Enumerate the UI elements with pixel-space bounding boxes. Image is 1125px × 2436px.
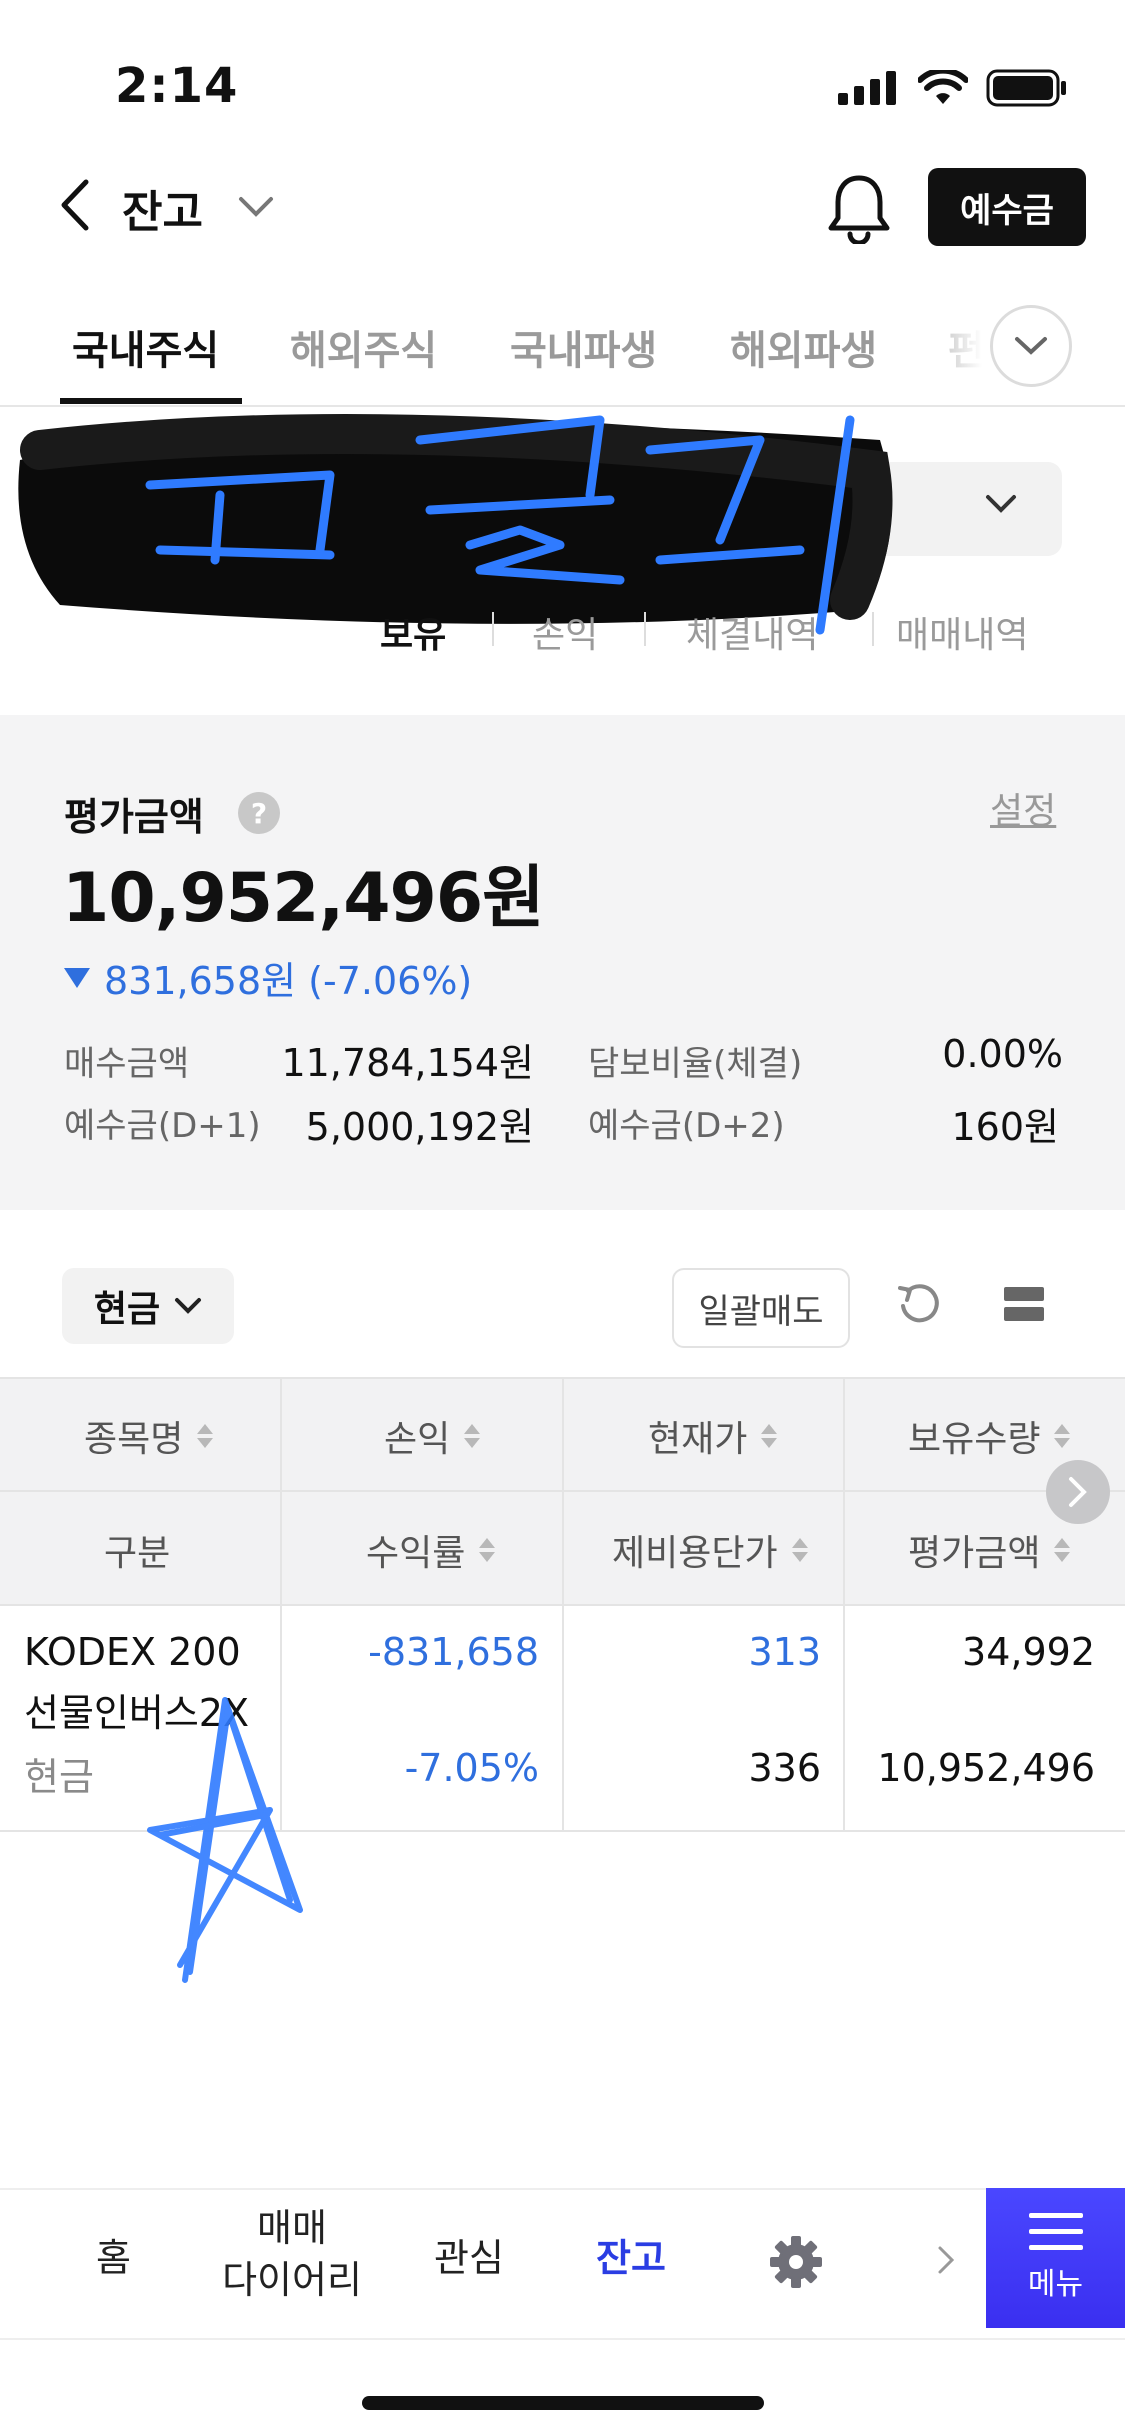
column-header-label: 평가금액 [908, 1533, 1041, 1574]
current-price-value: 313 [748, 1630, 821, 1674]
signal-icon [838, 71, 896, 105]
column-header-cost-price[interactable]: 제비용단가 [612, 1524, 808, 1576]
deposit-d1-value: 5,000,192원 [305, 1105, 534, 1149]
sort-icon [479, 1538, 496, 1562]
battery-icon [986, 69, 1066, 107]
nav-balance[interactable]: 잔고 [596, 2232, 666, 2284]
star-doodle [147, 1697, 303, 1983]
tab-overseas-derivatives[interactable]: 해외파생 [730, 318, 877, 376]
account-type: 현금 [24, 1755, 94, 1799]
subtab-holdings[interactable]: 보유 [380, 606, 446, 658]
chevron-right-icon [1069, 1477, 1087, 1507]
cash-filter-select[interactable]: 현금 [62, 1268, 234, 1344]
sort-icon [791, 1538, 808, 1562]
sort-icon [197, 1424, 214, 1448]
collateral-ratio-label: 담보비율(체결) [588, 1044, 803, 1084]
eval-change-value: 831,658원 (-7.06%) [104, 959, 473, 1003]
deposit-d2-label: 예수금(D+2) [588, 1106, 785, 1146]
chevron-down-icon [1015, 337, 1047, 355]
back-icon[interactable] [58, 178, 92, 236]
subtab-profit[interactable]: 손익 [532, 606, 598, 658]
wifi-icon [918, 70, 968, 104]
purchase-amount-value: 11,784,154원 [281, 1041, 534, 1085]
column-header-pnl[interactable]: 손익 [384, 1410, 481, 1462]
column-header-label: 구분 [104, 1533, 171, 1574]
divider [843, 1377, 845, 1830]
tab-domestic-stock[interactable]: 국내주식 [72, 318, 219, 376]
nav-trade-diary-line1: 매매 [257, 2206, 327, 2250]
divider [872, 612, 874, 646]
cash-filter-label: 현금 [93, 1289, 161, 1330]
deposit-d1-label: 예수금(D+1) [64, 1106, 261, 1146]
hamburger-icon [1028, 2213, 1083, 2250]
column-header-label: 수익률 [366, 1533, 466, 1574]
tab-overseas-stock[interactable]: 해외주식 [290, 318, 437, 376]
quantity-value: 34,992 [962, 1630, 1095, 1674]
column-header-return-rate[interactable]: 수익률 [366, 1524, 496, 1576]
nav-trade-diary[interactable]: 매매 다이어리 [218, 2202, 366, 2306]
gear-icon[interactable] [768, 2234, 824, 2294]
column-header-type[interactable]: 구분 [104, 1524, 170, 1576]
chevron-down-icon[interactable] [985, 494, 1017, 518]
refresh-icon[interactable] [896, 1282, 942, 1332]
home-indicator [362, 2396, 764, 2410]
subtab-trades[interactable]: 매매내역 [896, 606, 1028, 658]
deposit-d2-value: 160원 [951, 1105, 1060, 1149]
page-title[interactable]: 잔고 [122, 176, 203, 240]
bell-icon[interactable] [826, 172, 892, 248]
sort-icon [1054, 1424, 1071, 1448]
status-time: 2:14 [115, 58, 239, 114]
pnl-value: -831,658 [368, 1630, 539, 1674]
table-scroll-right-button[interactable] [1046, 1460, 1110, 1524]
nav-trade-diary-line2: 다이어리 [222, 2258, 362, 2302]
divider [562, 1377, 564, 1830]
return-rate-value: -7.05% [404, 1746, 539, 1790]
column-header-quantity[interactable]: 보유수량 [908, 1410, 1071, 1462]
column-header-label: 현재가 [648, 1419, 748, 1460]
column-header-label: 제비용단가 [612, 1533, 778, 1574]
eval-amount-value: 10,952,496원 [62, 859, 545, 938]
chevron-down-icon[interactable] [238, 196, 274, 222]
tab-domestic-derivatives[interactable]: 국내파생 [510, 318, 657, 376]
sort-icon [464, 1424, 481, 1448]
menu-button[interactable]: 메뉴 [986, 2188, 1125, 2328]
eval-amount-label: 평가금액 [64, 795, 204, 839]
deposit-button[interactable]: 예수금 [928, 168, 1086, 246]
layout-toggle-icon[interactable] [1004, 1285, 1044, 1327]
status-icons [838, 68, 1068, 108]
eval-amount-value: 10,952,496 [877, 1746, 1095, 1790]
divider [644, 612, 646, 646]
chevron-down-icon [175, 1298, 202, 1314]
eval-change: 831,658원 (-7.06%) [64, 950, 472, 1005]
menu-label: 메뉴 [1027, 2267, 1084, 2302]
settings-link[interactable]: 설정 [990, 782, 1056, 834]
column-header-name[interactable]: 종목명 [84, 1410, 214, 1462]
tabs-expand-button[interactable] [990, 305, 1072, 387]
divider [492, 612, 494, 646]
subtab-executions[interactable]: 체결내역 [686, 606, 818, 658]
nav-home[interactable]: 홈 [96, 2232, 131, 2284]
column-header-current-price[interactable]: 현재가 [648, 1410, 778, 1462]
chevron-right-icon[interactable] [936, 2244, 956, 2280]
sort-icon [1054, 1538, 1071, 1562]
sort-icon [761, 1424, 778, 1448]
bulk-sell-button[interactable]: 일괄매도 [672, 1268, 850, 1348]
help-icon[interactable]: ? [238, 792, 280, 834]
column-header-eval-amount[interactable]: 평가금액 [908, 1524, 1071, 1576]
down-triangle-icon [64, 967, 90, 988]
stock-name-line1[interactable]: KODEX 200 [24, 1630, 241, 1674]
collateral-ratio-value: 0.00% [942, 1032, 1063, 1076]
column-header-label: 손익 [384, 1419, 451, 1460]
nav-watchlist[interactable]: 관심 [434, 2232, 504, 2284]
cost-price-value: 336 [748, 1746, 821, 1790]
bottom-nav [0, 2188, 1125, 2340]
column-header-label: 보유수량 [908, 1419, 1041, 1460]
purchase-amount-label: 매수금액 [64, 1044, 190, 1084]
column-header-label: 종목명 [84, 1419, 184, 1460]
